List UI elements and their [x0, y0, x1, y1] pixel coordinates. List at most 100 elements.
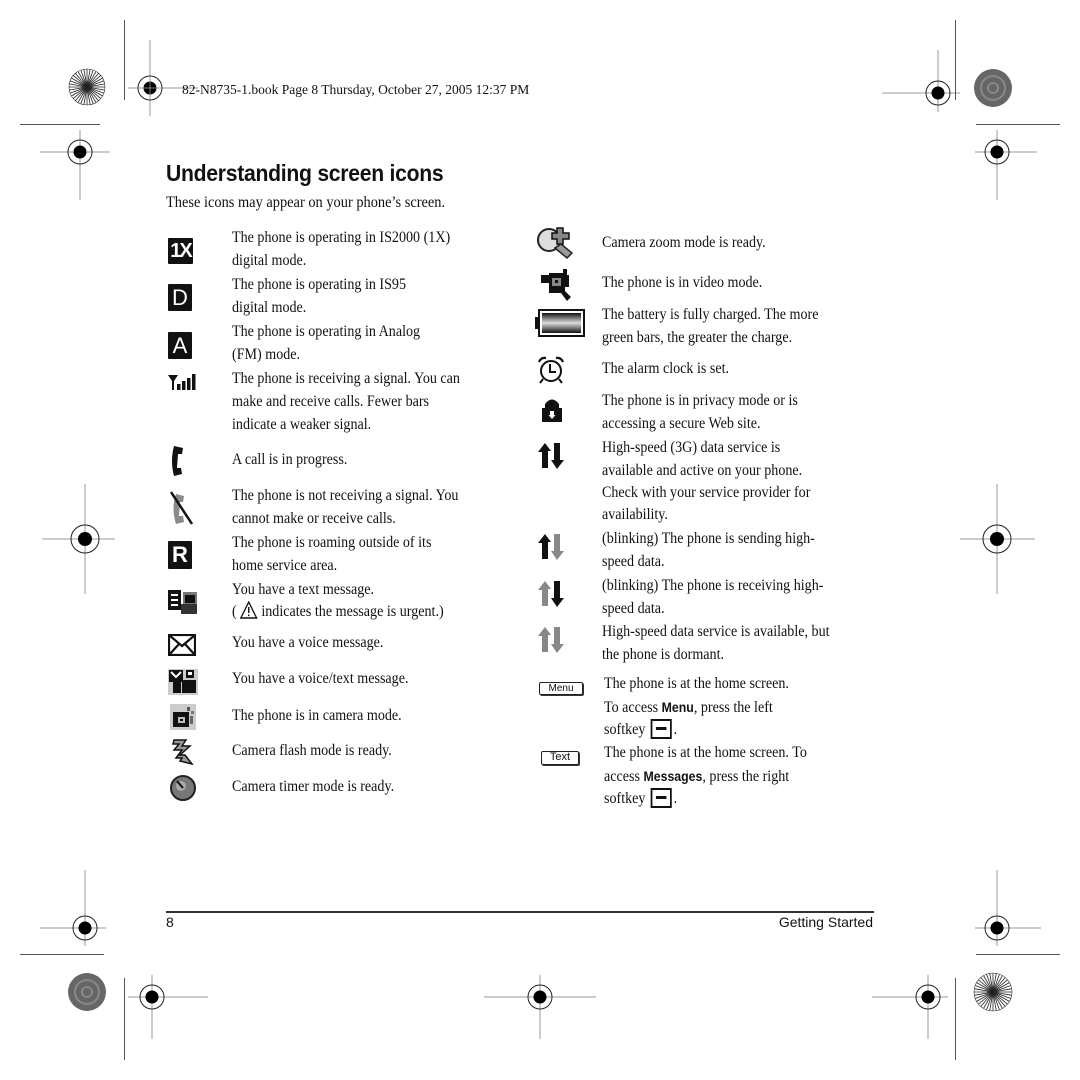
entry-text-line: ( indicates the message is urgent.)	[232, 600, 444, 624]
crosshair-mark-top	[128, 40, 198, 116]
text-fragment: , press the left	[693, 699, 773, 716]
crosshair-mark-bottom-right	[872, 975, 948, 1039]
entry-text-line: cannot make or receive calls.	[232, 510, 396, 527]
text-fragment: softkey	[604, 721, 646, 738]
battery-full-icon	[535, 309, 585, 337]
crosshair-mark-left-middle	[42, 484, 115, 594]
messages-keyword: Messages	[643, 768, 703, 784]
entry-text-line: (blinking) The phone is sending high-	[602, 530, 815, 547]
text-fragment: To access	[604, 699, 662, 716]
entry-text-line: The phone is in video mode.	[602, 274, 763, 291]
entry-text-line: home service area.	[232, 557, 338, 574]
right-softkey-icon	[650, 788, 672, 808]
text-message-icon	[168, 590, 197, 614]
1x-digital-icon: 1X	[168, 238, 193, 264]
entry-text-line: available and active on your phone.	[602, 462, 803, 479]
entry-text-line: the phone is dormant.	[602, 646, 725, 663]
data-receiving-icon	[538, 581, 564, 607]
entry-text-line: speed data.	[602, 600, 665, 617]
crosshair-mark-left-bottom	[40, 870, 106, 946]
footer-rule	[166, 911, 874, 913]
entry-text-line: The phone is roaming outside of its	[232, 534, 432, 551]
menu-keyword: Menu	[661, 699, 694, 715]
starburst-mark-top-left	[68, 68, 106, 106]
menu-softkey-label-icon: Menu	[539, 682, 583, 695]
intro-text: These icons may appear on your phone’s s…	[166, 194, 446, 211]
call-in-progress-icon	[172, 446, 183, 476]
entry-text-line: The phone is in privacy mode or is	[602, 392, 798, 409]
crosshair-mark-top-right	[882, 50, 960, 112]
urgent-warning-icon	[240, 600, 258, 619]
entry-text-line: accessing a secure Web site.	[602, 415, 761, 432]
entry-text-line: Camera zoom mode is ready.	[602, 234, 766, 251]
entry-text-line: The battery is fully charged. The more	[602, 306, 819, 323]
section-name: Getting Started	[778, 914, 873, 930]
data-dormant-icon	[538, 627, 564, 653]
camera-zoom-icon	[537, 227, 574, 260]
page-number: 8	[166, 914, 174, 930]
entry-text-line: Check with your service provider for	[602, 484, 811, 501]
entry-text-line: A call is in progress.	[232, 451, 348, 468]
entry-text-line: To access Menu, press the left	[604, 696, 773, 720]
entry-text-line: The phone is receiving a signal. You can	[232, 370, 460, 387]
crosshair-mark-bottom-left	[128, 975, 208, 1039]
entry-text-line: The phone is at the home screen. To	[604, 744, 807, 761]
entry-text-line: High-speed data service is available, bu…	[602, 623, 830, 640]
entry-text-line: make and receive calls. Fewer bars	[232, 393, 430, 410]
entry-text-line: Camera flash mode is ready.	[232, 742, 392, 759]
urgent-note-text: indicates the message is urgent.)	[261, 603, 444, 620]
d-digital-icon: D	[168, 284, 192, 311]
text-fragment: .	[673, 721, 678, 738]
entry-text-line: speed data.	[602, 553, 665, 570]
roaming-icon: R	[168, 541, 192, 569]
crosshair-mark-left-top	[40, 130, 110, 200]
entry-text-line: softkey .	[604, 788, 677, 811]
text-fragment: access	[604, 768, 644, 785]
entry-text-line: You have a voice/text message.	[232, 670, 409, 687]
voice-text-message-icon	[168, 669, 198, 695]
entry-text-line: You have a text message.	[232, 581, 375, 598]
entry-text-line: (blinking) The phone is receiving high-	[602, 577, 824, 594]
page-title: Understanding screen icons	[166, 160, 444, 186]
text-fragment: , press the right	[702, 768, 790, 785]
entry-text-line: availability.	[602, 506, 668, 523]
text-fragment: softkey	[604, 790, 646, 807]
entry-text-line: green bars, the greater the charge.	[602, 329, 793, 346]
entry-text-line: The phone is in camera mode.	[232, 707, 402, 724]
entry-text-line: digital mode.	[232, 252, 307, 269]
crop-header-text: 82-N8735-1.book Page 8 Thursday, October…	[182, 82, 530, 97]
entry-text-line: access Messages, press the right	[604, 765, 789, 789]
a-analog-icon: A	[168, 332, 192, 359]
entry-text-line: You have a voice message.	[232, 634, 384, 651]
video-mode-icon	[541, 269, 571, 301]
entry-text-line: The phone is not receiving a signal. You	[232, 487, 459, 504]
camera-mode-icon	[170, 704, 196, 730]
entry-text-line: softkey .	[604, 719, 677, 742]
camera-flash-icon	[172, 739, 194, 765]
data-active-icon	[538, 443, 564, 469]
signal-strength-icon	[168, 374, 196, 390]
entry-text-line: The phone is operating in IS2000 (1X)	[232, 229, 451, 246]
camera-timer-icon	[170, 775, 196, 801]
text-fragment: .	[673, 790, 678, 807]
left-softkey-icon	[650, 719, 672, 739]
gray-target-mark-top-right	[974, 69, 1012, 107]
no-signal-icon	[169, 491, 194, 525]
entry-text-line: indicate a weaker signal.	[232, 416, 372, 433]
gray-target-mark-bottom-left	[68, 973, 106, 1011]
starburst-mark-bottom-right	[973, 972, 1013, 1012]
data-sending-icon	[538, 534, 564, 560]
entry-text-line: Camera timer mode is ready.	[232, 778, 395, 795]
entry-text-line: The phone is at the home screen.	[604, 675, 789, 692]
entry-text-line: High-speed (3G) data service is	[602, 439, 781, 456]
entry-text-line: The phone is operating in IS95	[232, 276, 407, 293]
crosshair-mark-right-top	[975, 130, 1037, 200]
entry-text-line: The alarm clock is set.	[602, 360, 730, 377]
entry-text-line: The phone is operating in Analog	[232, 323, 421, 340]
text-softkey-label-icon: Text	[541, 751, 579, 765]
entry-text-line: digital mode.	[232, 299, 307, 316]
crosshair-mark-bottom-center	[484, 975, 596, 1039]
privacy-lock-icon	[542, 399, 562, 422]
entry-text-line: (FM) mode.	[232, 346, 301, 363]
alarm-clock-icon	[537, 356, 565, 384]
